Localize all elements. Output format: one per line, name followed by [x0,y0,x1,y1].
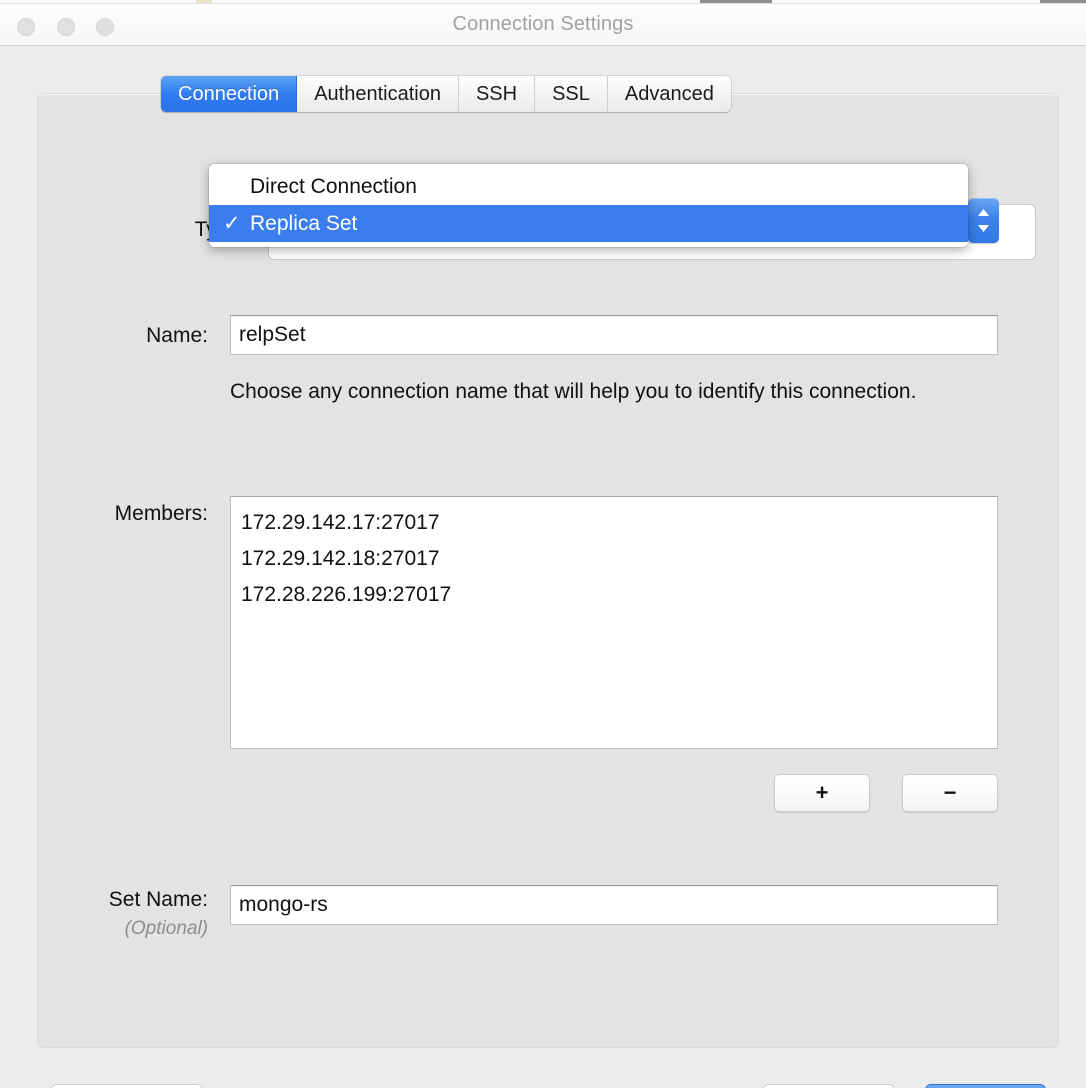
save-button[interactable]: Save [925,1084,1046,1088]
cancel-button[interactable]: Cancel [762,1084,895,1088]
window-title: Connection Settings [0,13,1086,36]
minus-icon: − [944,782,957,804]
type-dropdown-menu: Direct Connection ✓ Replica Set [209,164,968,247]
members-list[interactable]: 172.29.142.17:27017 172.29.142.18:27017 … [230,496,998,749]
set-name-label: Set Name: [20,888,208,912]
list-item[interactable]: 172.29.142.17:27017 [241,505,987,541]
plus-icon: + [816,782,829,804]
tab-ssh[interactable]: SSH [459,76,535,112]
tab-connection[interactable]: Connection [161,76,297,112]
tab-ssl[interactable]: SSL [535,76,608,112]
tab-advanced-label: Advanced [625,83,714,106]
tab-ssh-label: SSH [476,83,517,106]
connection-settings-window: Connection Settings Type: Connection Aut… [0,0,1086,1088]
tab-connection-label: Connection [178,83,279,106]
name-input[interactable]: relpSet [230,315,998,355]
name-label: Name: [40,324,208,348]
tab-bar: Connection Authentication SSH SSL Advanc… [161,76,731,112]
chevron-up-down-icon [973,206,994,235]
tab-advanced[interactable]: Advanced [608,76,731,112]
checkmark-icon: ✓ [223,205,245,242]
background-strip-divider [0,3,1086,4]
titlebar: Connection Settings [0,5,1086,46]
menu-item-label: Replica Set [250,212,357,235]
tab-authentication-label: Authentication [314,83,441,106]
remove-member-button[interactable]: − [902,774,998,812]
menu-item-replica-set[interactable]: ✓ Replica Set [209,205,968,242]
list-item[interactable]: 172.28.226.199:27017 [241,577,987,613]
tab-authentication[interactable]: Authentication [297,76,459,112]
set-name-optional-note: (Optional) [20,918,208,940]
add-member-button[interactable]: + [774,774,870,812]
menu-item-label: Direct Connection [250,175,417,198]
type-popup-arrows[interactable] [968,198,999,243]
test-button[interactable]: Test [50,1084,203,1088]
dialog-content: Type: Connection Authentication SSH SSL … [0,46,1086,1088]
list-item[interactable]: 172.29.142.18:27017 [241,541,987,577]
menu-item-direct-connection[interactable]: Direct Connection [209,168,968,205]
tab-ssl-label: SSL [552,83,590,106]
name-hint-text: Choose any connection name that will hel… [230,376,990,408]
members-label: Members: [40,502,208,526]
set-name-input[interactable]: mongo-rs [230,885,998,925]
